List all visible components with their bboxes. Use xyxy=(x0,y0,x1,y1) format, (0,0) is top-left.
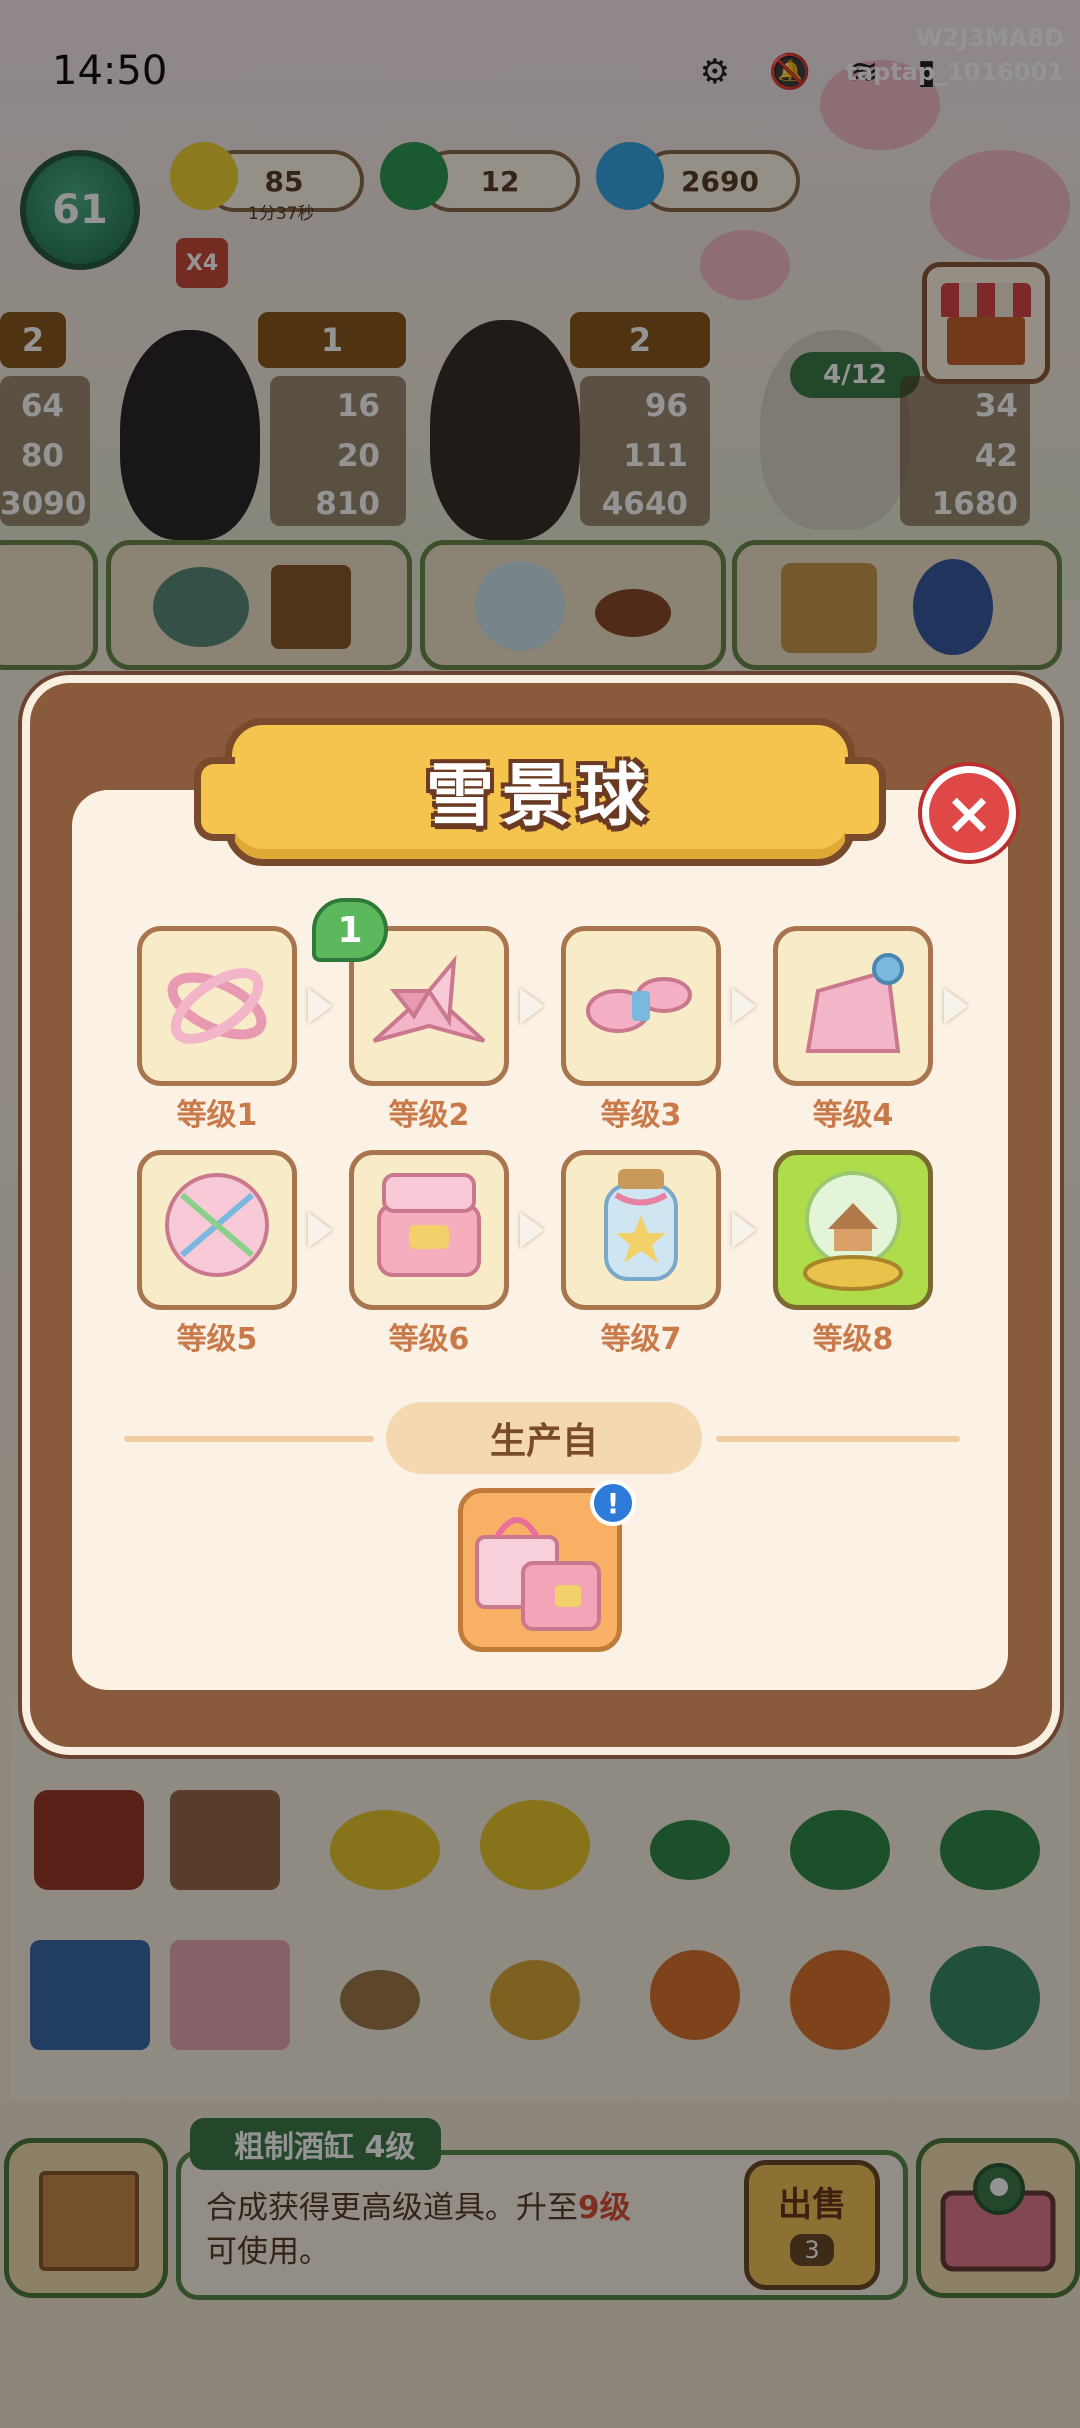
level-tile-3[interactable] xyxy=(561,926,721,1086)
chevron-right-icon xyxy=(944,988,968,1024)
level-label: 等级5 xyxy=(176,1322,258,1357)
level-tile-6[interactable] xyxy=(349,1150,509,1310)
level-tile-7[interactable] xyxy=(561,1150,721,1310)
tassel-icon xyxy=(805,953,904,1053)
chevron-right-icon xyxy=(308,1212,332,1248)
level-label: 等级7 xyxy=(600,1322,682,1357)
chevron-right-icon xyxy=(520,988,544,1024)
level-label: 等级4 xyxy=(812,1098,894,1133)
level-label: 等级2 xyxy=(388,1098,470,1133)
level-tile-4[interactable] xyxy=(773,926,933,1086)
chevron-right-icon xyxy=(732,1212,756,1248)
close-icon: × xyxy=(944,779,994,847)
level-label: 等级6 xyxy=(388,1322,470,1357)
divider-line xyxy=(124,1436,374,1442)
thread-bundle-icon xyxy=(586,977,692,1033)
star-jar-icon xyxy=(604,1169,678,1281)
new-count-badge: 1 xyxy=(312,898,388,962)
modal-title: 雪景球 xyxy=(425,756,654,836)
level-label: 等级3 xyxy=(600,1098,682,1133)
produced-from-label: 生产自 xyxy=(386,1402,702,1474)
snow-globe-icon xyxy=(803,1171,903,1291)
level-label: 等级8 xyxy=(812,1322,894,1357)
level-tile-5[interactable] xyxy=(137,1150,297,1310)
chevron-right-icon xyxy=(732,988,756,1024)
info-icon[interactable]: ! xyxy=(590,1480,636,1526)
jewelry-box-icon xyxy=(377,1173,481,1277)
level-tile-8-current[interactable] xyxy=(773,1150,933,1310)
divider-line xyxy=(716,1436,960,1442)
woven-disc-icon xyxy=(165,1173,269,1277)
close-button[interactable]: × xyxy=(922,766,1016,860)
chevron-right-icon xyxy=(520,1212,544,1248)
ring-charm-icon xyxy=(167,968,267,1044)
level-tile-1[interactable] xyxy=(137,926,297,1086)
level-label: 等级1 xyxy=(176,1098,258,1133)
chevron-right-icon xyxy=(308,988,332,1024)
